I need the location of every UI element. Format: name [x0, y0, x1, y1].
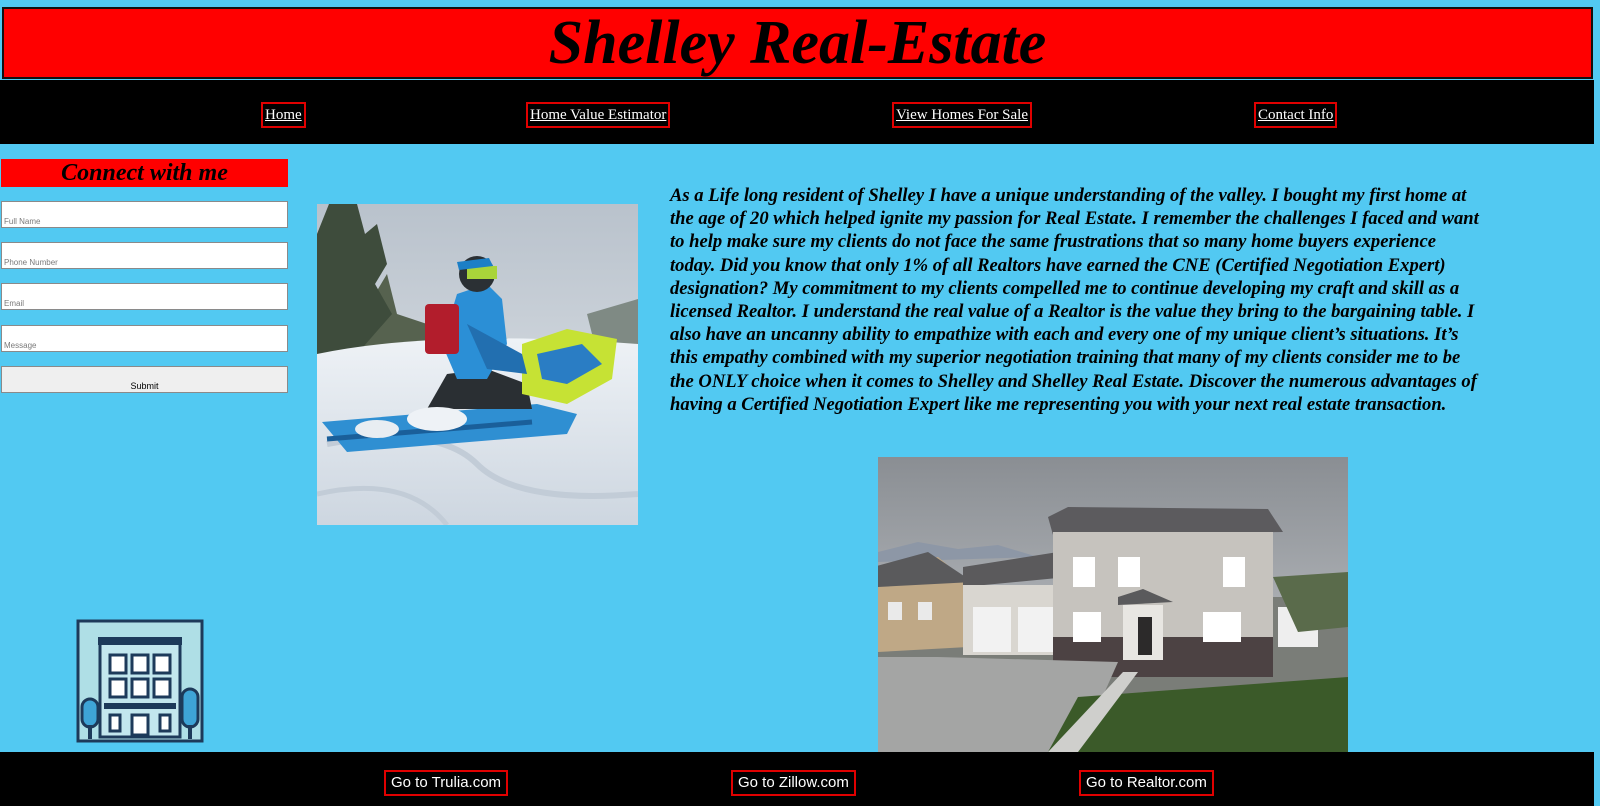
bio-text: As a Life long resident of Shelley I hav… [670, 185, 1479, 415]
building-icon [76, 619, 204, 743]
snowmobile-photo [317, 204, 638, 525]
zillow-link[interactable]: Go to Zillow.com [731, 770, 856, 796]
nav-home-value-estimator-link[interactable]: Home Value Estimator [526, 102, 671, 128]
main-nav: Home Home Value Estimator View Homes For… [0, 80, 1594, 144]
nav-contact-info-link[interactable]: Contact Info [1254, 102, 1338, 128]
nav-home-link[interactable]: Home [261, 102, 306, 128]
full-name-field[interactable] [1, 201, 288, 228]
house-photo [878, 457, 1348, 752]
realtor-link[interactable]: Go to Realtor.com [1079, 770, 1214, 796]
phone-number-field[interactable] [1, 242, 288, 269]
nav-view-homes-link[interactable]: View Homes For Sale [892, 102, 1032, 128]
site-header: Shelley Real-Estate [2, 7, 1593, 79]
trulia-link[interactable]: Go to Trulia.com [384, 770, 509, 796]
site-title: Shelley Real-Estate [548, 9, 1047, 77]
message-field[interactable] [1, 325, 288, 352]
connect-title: Connect with me [1, 159, 288, 187]
submit-button[interactable]: Submit [1, 366, 288, 393]
site-footer: Go to Trulia.com Go to Zillow.com Go to … [0, 752, 1594, 806]
email-field[interactable] [1, 283, 288, 310]
